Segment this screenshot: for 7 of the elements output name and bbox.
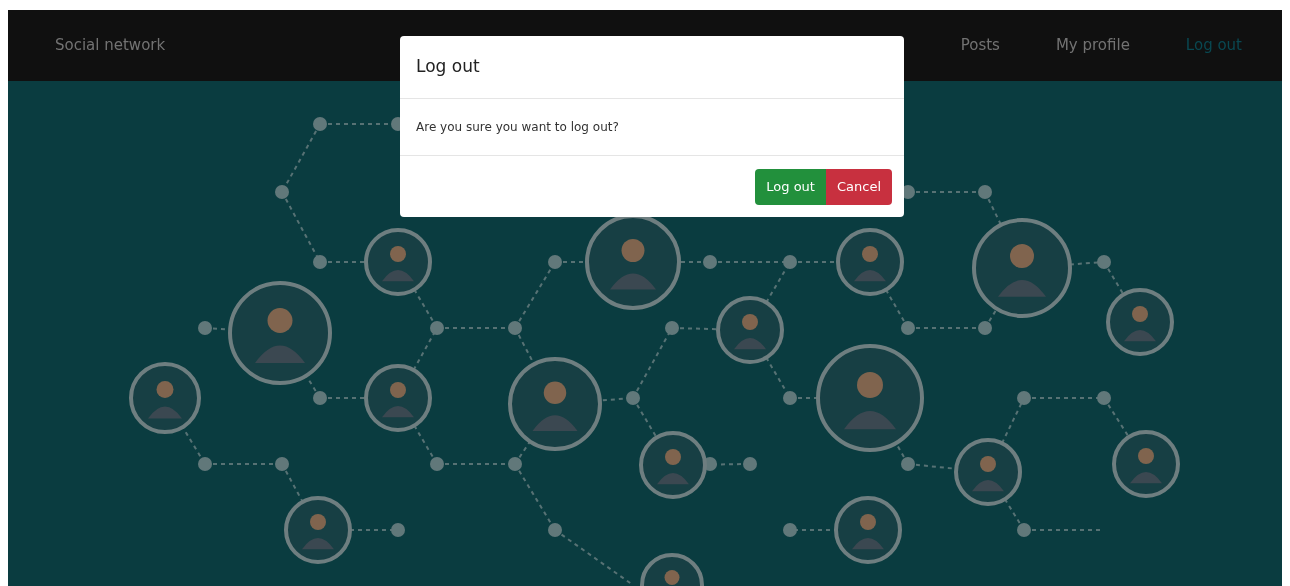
logout-button[interactable]: Log out	[755, 168, 826, 205]
dialog-title: Log out	[416, 55, 480, 79]
brand-name[interactable]: Social network	[55, 34, 166, 57]
nav-link[interactable]: My profile	[1055, 34, 1130, 57]
nav-link[interactable]: Posts	[960, 34, 1000, 57]
cancel-button[interactable]: Cancel	[825, 168, 892, 205]
dialog-message: Are you sure you want to log out?	[416, 119, 619, 136]
